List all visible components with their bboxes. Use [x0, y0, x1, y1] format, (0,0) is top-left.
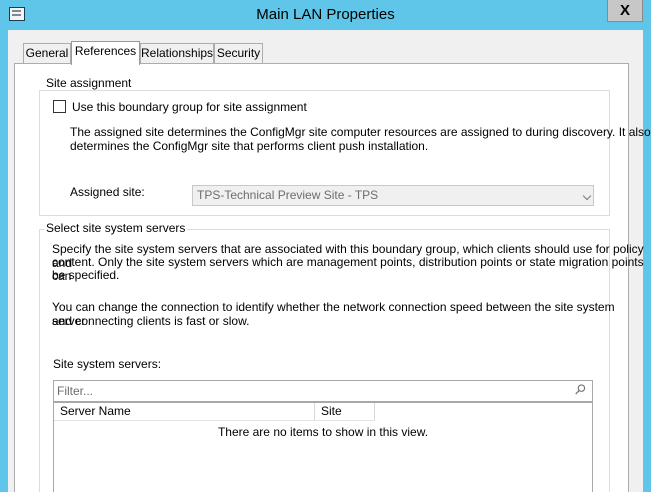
- servers-description1-line2: content. Only the site system servers wh…: [52, 255, 644, 283]
- search-icon[interactable]: [575, 384, 586, 395]
- close-button[interactable]: X: [607, 0, 643, 22]
- tab-general[interactable]: General: [23, 43, 71, 63]
- close-icon: X: [619, 2, 630, 19]
- tab-label: References: [74, 44, 137, 58]
- tab-relationships[interactable]: Relationships: [140, 43, 214, 63]
- column-header-server-name[interactable]: Server Name: [54, 403, 315, 421]
- column-header-site[interactable]: Site: [315, 403, 375, 421]
- site-assignment-description-line2: determines the ConfigMgr site that perfo…: [70, 139, 429, 153]
- assigned-site-dropdown[interactable]: TPS-Technical Preview Site - TPS: [192, 185, 594, 206]
- tab-label: Security: [216, 46, 261, 60]
- filter-input[interactable]: [57, 382, 547, 400]
- site-system-servers-list[interactable]: Server Name Site There are no items to s…: [53, 402, 593, 492]
- tab-label: General: [25, 46, 69, 60]
- assigned-site-value: TPS-Technical Preview Site - TPS: [197, 188, 379, 202]
- assigned-site-label: Assigned site:: [70, 185, 145, 199]
- servers-description1-line3: be specified.: [52, 268, 120, 282]
- window-title: Main LAN Properties: [256, 6, 395, 23]
- title-bar: Main LAN Properties X: [0, 0, 651, 30]
- site-assignment-title: Site assignment: [44, 76, 134, 90]
- filter-box: [53, 380, 593, 402]
- site-system-servers-title: Select site system servers: [44, 221, 188, 235]
- column-header-label: Site: [321, 404, 342, 418]
- chevron-down-icon: [582, 191, 592, 201]
- column-header-label: Server Name: [60, 404, 131, 418]
- site-system-servers-label: Site system servers:: [53, 357, 162, 371]
- tab-references[interactable]: References: [71, 41, 140, 65]
- tab-security[interactable]: Security: [214, 43, 263, 63]
- site-assignment-checkbox-label[interactable]: Use this boundary group for site assignm…: [72, 100, 307, 114]
- empty-list-message: There are no items to show in this view.: [217, 425, 429, 439]
- tab-label: Relationships: [141, 46, 214, 60]
- servers-description2-line2: and connecting clients is fast or slow.: [52, 314, 250, 328]
- site-assignment-checkbox[interactable]: [53, 100, 66, 113]
- site-assignment-description-line1: The assigned site determines the ConfigM…: [70, 125, 651, 139]
